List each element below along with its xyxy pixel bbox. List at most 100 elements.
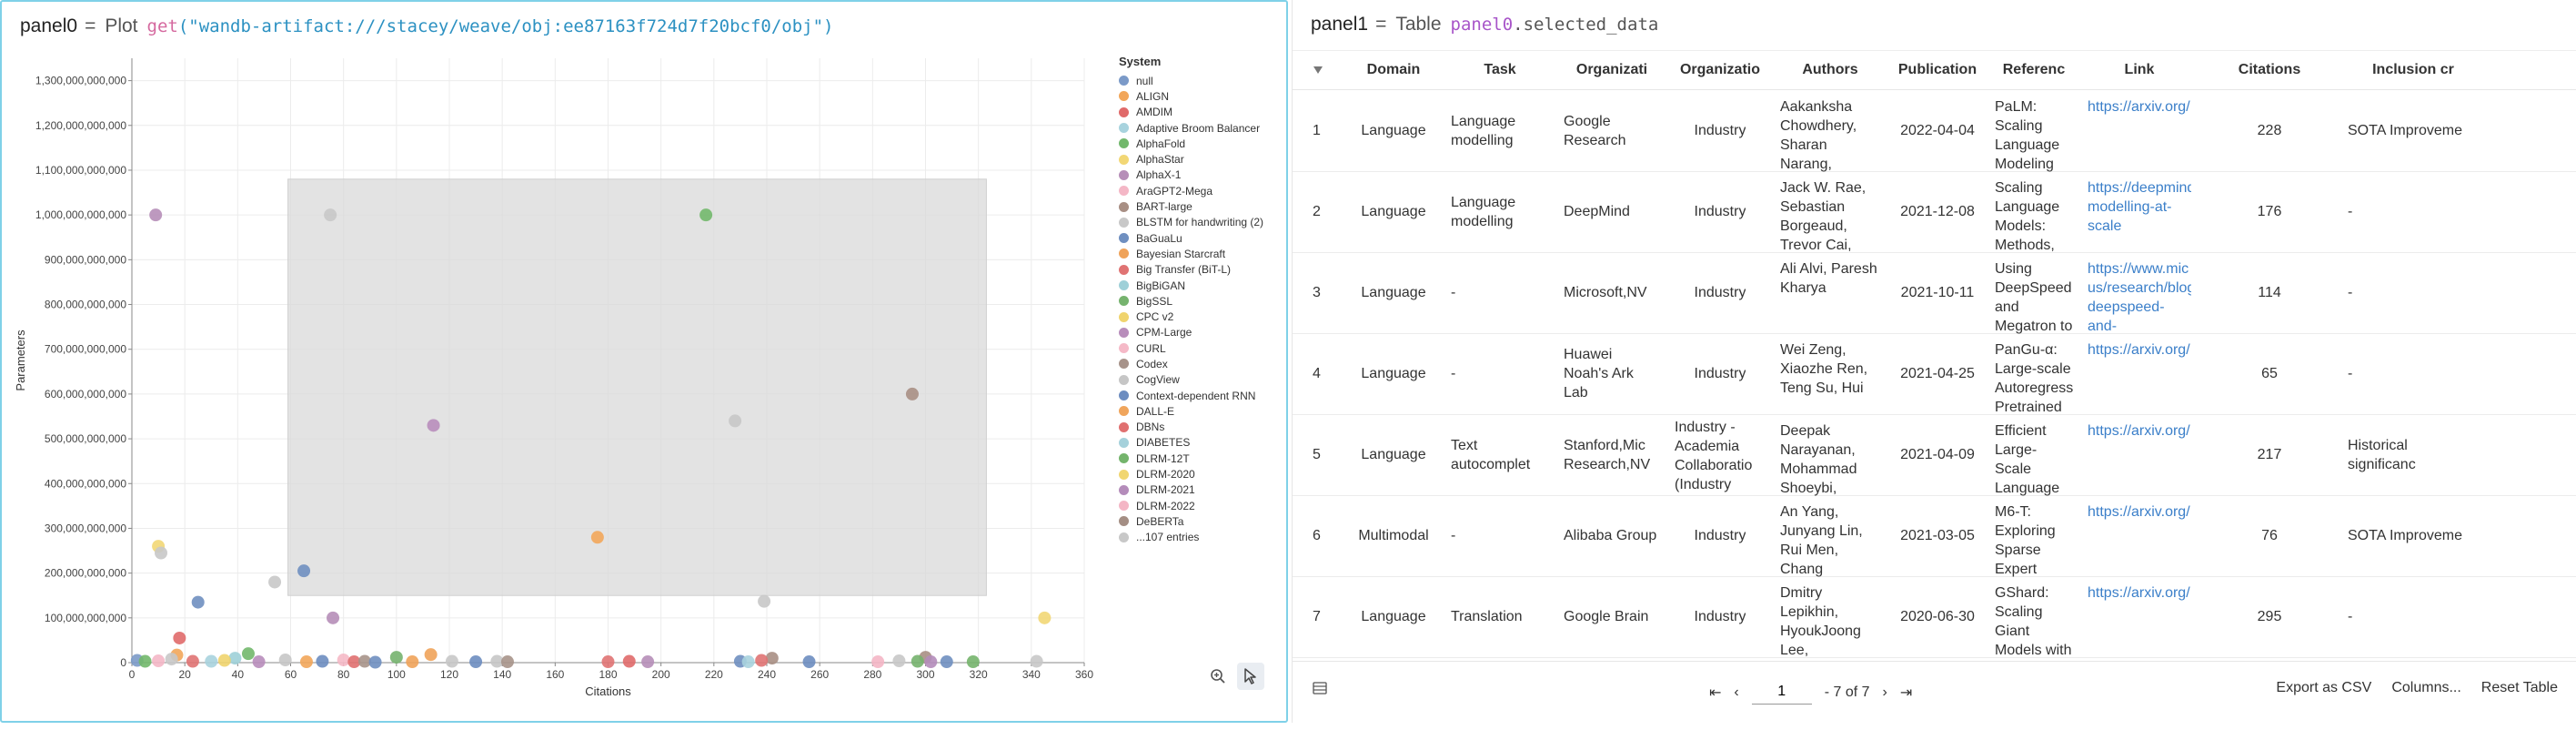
data-point <box>601 655 615 669</box>
cell-idx: 2 <box>1293 171 1343 252</box>
cell-ref: Using DeepSpeed and Megatron to <box>1987 252 2080 334</box>
legend-item[interactable]: Codex <box>1119 356 1283 371</box>
col-header-link[interactable]: Link <box>2080 51 2199 89</box>
legend-item[interactable]: AraGPT2-Mega <box>1119 183 1283 198</box>
cell-link-text[interactable]: https://arxiv.org/ <box>2088 583 2190 603</box>
cell-link-text[interactable]: https://arxiv.org/ <box>2088 340 2190 360</box>
legend-item[interactable]: DLRM-12T <box>1119 451 1283 466</box>
data-point <box>241 647 255 661</box>
data-point <box>699 208 713 222</box>
first-page-icon[interactable]: ⇤ <box>1709 684 1721 702</box>
legend-item[interactable]: AlphaX-1 <box>1119 167 1283 183</box>
next-page-icon[interactable]: › <box>1883 684 1887 701</box>
legend-item[interactable]: DALL-E <box>1119 403 1283 419</box>
legend-item[interactable]: Big Transfer (BiT-L) <box>1119 262 1283 278</box>
data-point <box>217 654 231 667</box>
zoom-icon[interactable] <box>1204 663 1232 690</box>
cell-domain: Multimodal <box>1343 495 1444 576</box>
legend-item[interactable]: DeBERTa <box>1119 513 1283 529</box>
legend-item[interactable]: BigBiGAN <box>1119 278 1283 293</box>
cell-authors: Wei Zeng, Xiaozhe Ren, Teng Su, Hui <box>1773 333 1887 398</box>
table-view-icon[interactable] <box>1313 682 1327 699</box>
select-cursor-icon[interactable] <box>1237 663 1264 690</box>
legend-label: DLRM-2020 <box>1136 468 1195 482</box>
sort-icon[interactable] <box>1293 51 1343 89</box>
panel1-name[interactable]: panel1 <box>1311 14 1368 35</box>
panel1: panel1 = Table panel0.selected_data Doma… <box>1292 0 2576 723</box>
legend-item[interactable]: CogView <box>1119 372 1283 388</box>
cell-link[interactable]: https://www.mic us/research/blog deepspe… <box>2080 252 2199 334</box>
export-csv-button[interactable]: Export as CSV <box>2276 680 2371 696</box>
legend-item[interactable]: BaGuaLu <box>1119 230 1283 246</box>
legend-swatch <box>1119 516 1129 527</box>
cell-link[interactable]: https://arxiv.org/ <box>2080 90 2199 117</box>
cell-authors-text: Ali Alvi, Paresh Kharya <box>1780 261 1877 296</box>
cell-link-text[interactable]: https://www.mic us/research/blog deepspe… <box>2088 259 2191 334</box>
legend-item[interactable]: Context-dependent RNN <box>1119 388 1283 403</box>
cell-link-text[interactable]: https://arxiv.org/ <box>2088 421 2190 441</box>
col-header-citations[interactable]: Citations <box>2199 51 2340 89</box>
legend-item[interactable]: DBNs <box>1119 420 1283 435</box>
table-row[interactable]: 4 Language - Huawei Noah's Ark Lab Industry W… <box>1293 333 2576 415</box>
legend-item[interactable]: Bayesian Starcraft <box>1119 246 1283 261</box>
page-number-input[interactable] <box>1751 680 1812 705</box>
y-tick-label: 900,000,000,000 <box>45 253 126 266</box>
legend-item[interactable]: BART-large <box>1119 198 1283 214</box>
col-header-organization[interactable]: Organizati <box>1556 51 1667 89</box>
table-row[interactable]: 7 Language Translation Google Brain Industry… <box>1293 576 2576 658</box>
cell-link-text[interactable]: https://deepmind modelling-at- scale <box>2088 178 2191 236</box>
legend-item[interactable]: AlphaStar <box>1119 151 1283 167</box>
legend-item[interactable]: ...107 entries <box>1119 530 1283 545</box>
legend-label: CPC v2 <box>1136 310 1174 324</box>
scatter-plot[interactable]: 0 100,000,000,000 200,000,000,000 300,000,0… <box>2 2 1286 721</box>
legend-item[interactable]: AMDIM <box>1119 105 1283 120</box>
cell-link-text[interactable]: https://arxiv.org/ <box>2088 502 2190 522</box>
legend-item[interactable]: Adaptive Broom Balancer <box>1119 120 1283 136</box>
reset-table-button[interactable]: Reset Table <box>2481 680 2558 696</box>
table-row[interactable]: 2 Language Language modelling DeepMind Indus… <box>1293 171 2576 253</box>
last-page-icon[interactable]: ⇥ <box>1900 684 1912 702</box>
panel1-kind[interactable]: Table <box>1395 14 1441 35</box>
legend-item[interactable]: null <box>1119 73 1283 88</box>
table-row[interactable]: 5 Language Text autocomplet Stanford,Mic Re… <box>1293 414 2576 496</box>
table-row[interactable]: 6 Multimodal - Alibaba Group Industry An Yang… <box>1293 495 2576 577</box>
legend-item[interactable]: BigSSL <box>1119 293 1283 309</box>
legend-item[interactable]: AlphaFold <box>1119 136 1283 151</box>
legend-label: null <box>1136 74 1153 87</box>
cell-link[interactable]: https://arxiv.org/ <box>2080 495 2199 522</box>
table-row[interactable]: 3 Language - Microsoft,NV Industry Ali Alvi, … <box>1293 252 2576 334</box>
legend-item[interactable]: CURL <box>1119 340 1283 356</box>
cell-link[interactable]: https://deepmind modelling-at- scale <box>2080 171 2199 236</box>
legend-item[interactable]: CPM-Large <box>1119 325 1283 340</box>
legend-item[interactable]: DLRM-2021 <box>1119 482 1283 498</box>
cell-link[interactable]: https://arxiv.org/ <box>2080 576 2199 603</box>
col-header-publication-date[interactable]: Publication <box>1887 51 1987 89</box>
legend-swatch <box>1119 154 1129 165</box>
prev-page-icon[interactable]: ‹ <box>1734 684 1738 701</box>
legend-item[interactable]: DLRM-2020 <box>1119 466 1283 482</box>
legend-item[interactable]: BLSTM for handwriting (2) <box>1119 215 1283 230</box>
legend-item[interactable]: ALIGN <box>1119 88 1283 104</box>
cell-link-text[interactable]: https://arxiv.org/ <box>2088 97 2190 117</box>
legend-item[interactable]: DIABETES <box>1119 435 1283 451</box>
col-header-reference[interactable]: Referenc <box>1987 51 2080 89</box>
cell-task: - <box>1444 333 1556 414</box>
cell-link[interactable]: https://arxiv.org/ <box>2080 414 2199 441</box>
cell-inc-text: - <box>2348 285 2353 300</box>
table-row[interactable]: 1 Language Language modelling Google Resear… <box>1293 90 2576 172</box>
data-point <box>389 651 403 664</box>
col-header-inclusion-criteria[interactable]: Inclusion cr <box>2340 51 2486 89</box>
col-header-organization-category[interactable]: Organizatio <box>1667 51 1773 89</box>
legend-item[interactable]: CPC v2 <box>1119 309 1283 324</box>
panel1-expression[interactable]: panel0.selected_data <box>1451 15 1659 35</box>
cell-inc: SOTA Improveme <box>2340 495 2486 576</box>
col-header-task[interactable]: Task <box>1444 51 1556 89</box>
columns-button[interactable]: Columns... <box>2391 680 2460 696</box>
col-header-domain[interactable]: Domain <box>1343 51 1444 89</box>
y-axis-label: Parameters <box>14 330 27 391</box>
cell-task-text: Language modelling <box>1451 113 1516 148</box>
cell-link[interactable]: https://arxiv.org/ <box>2080 333 2199 360</box>
cell-org: Alibaba Group <box>1556 495 1667 576</box>
col-header-authors[interactable]: Authors <box>1773 51 1887 89</box>
legend-item[interactable]: DLRM-2022 <box>1119 498 1283 513</box>
